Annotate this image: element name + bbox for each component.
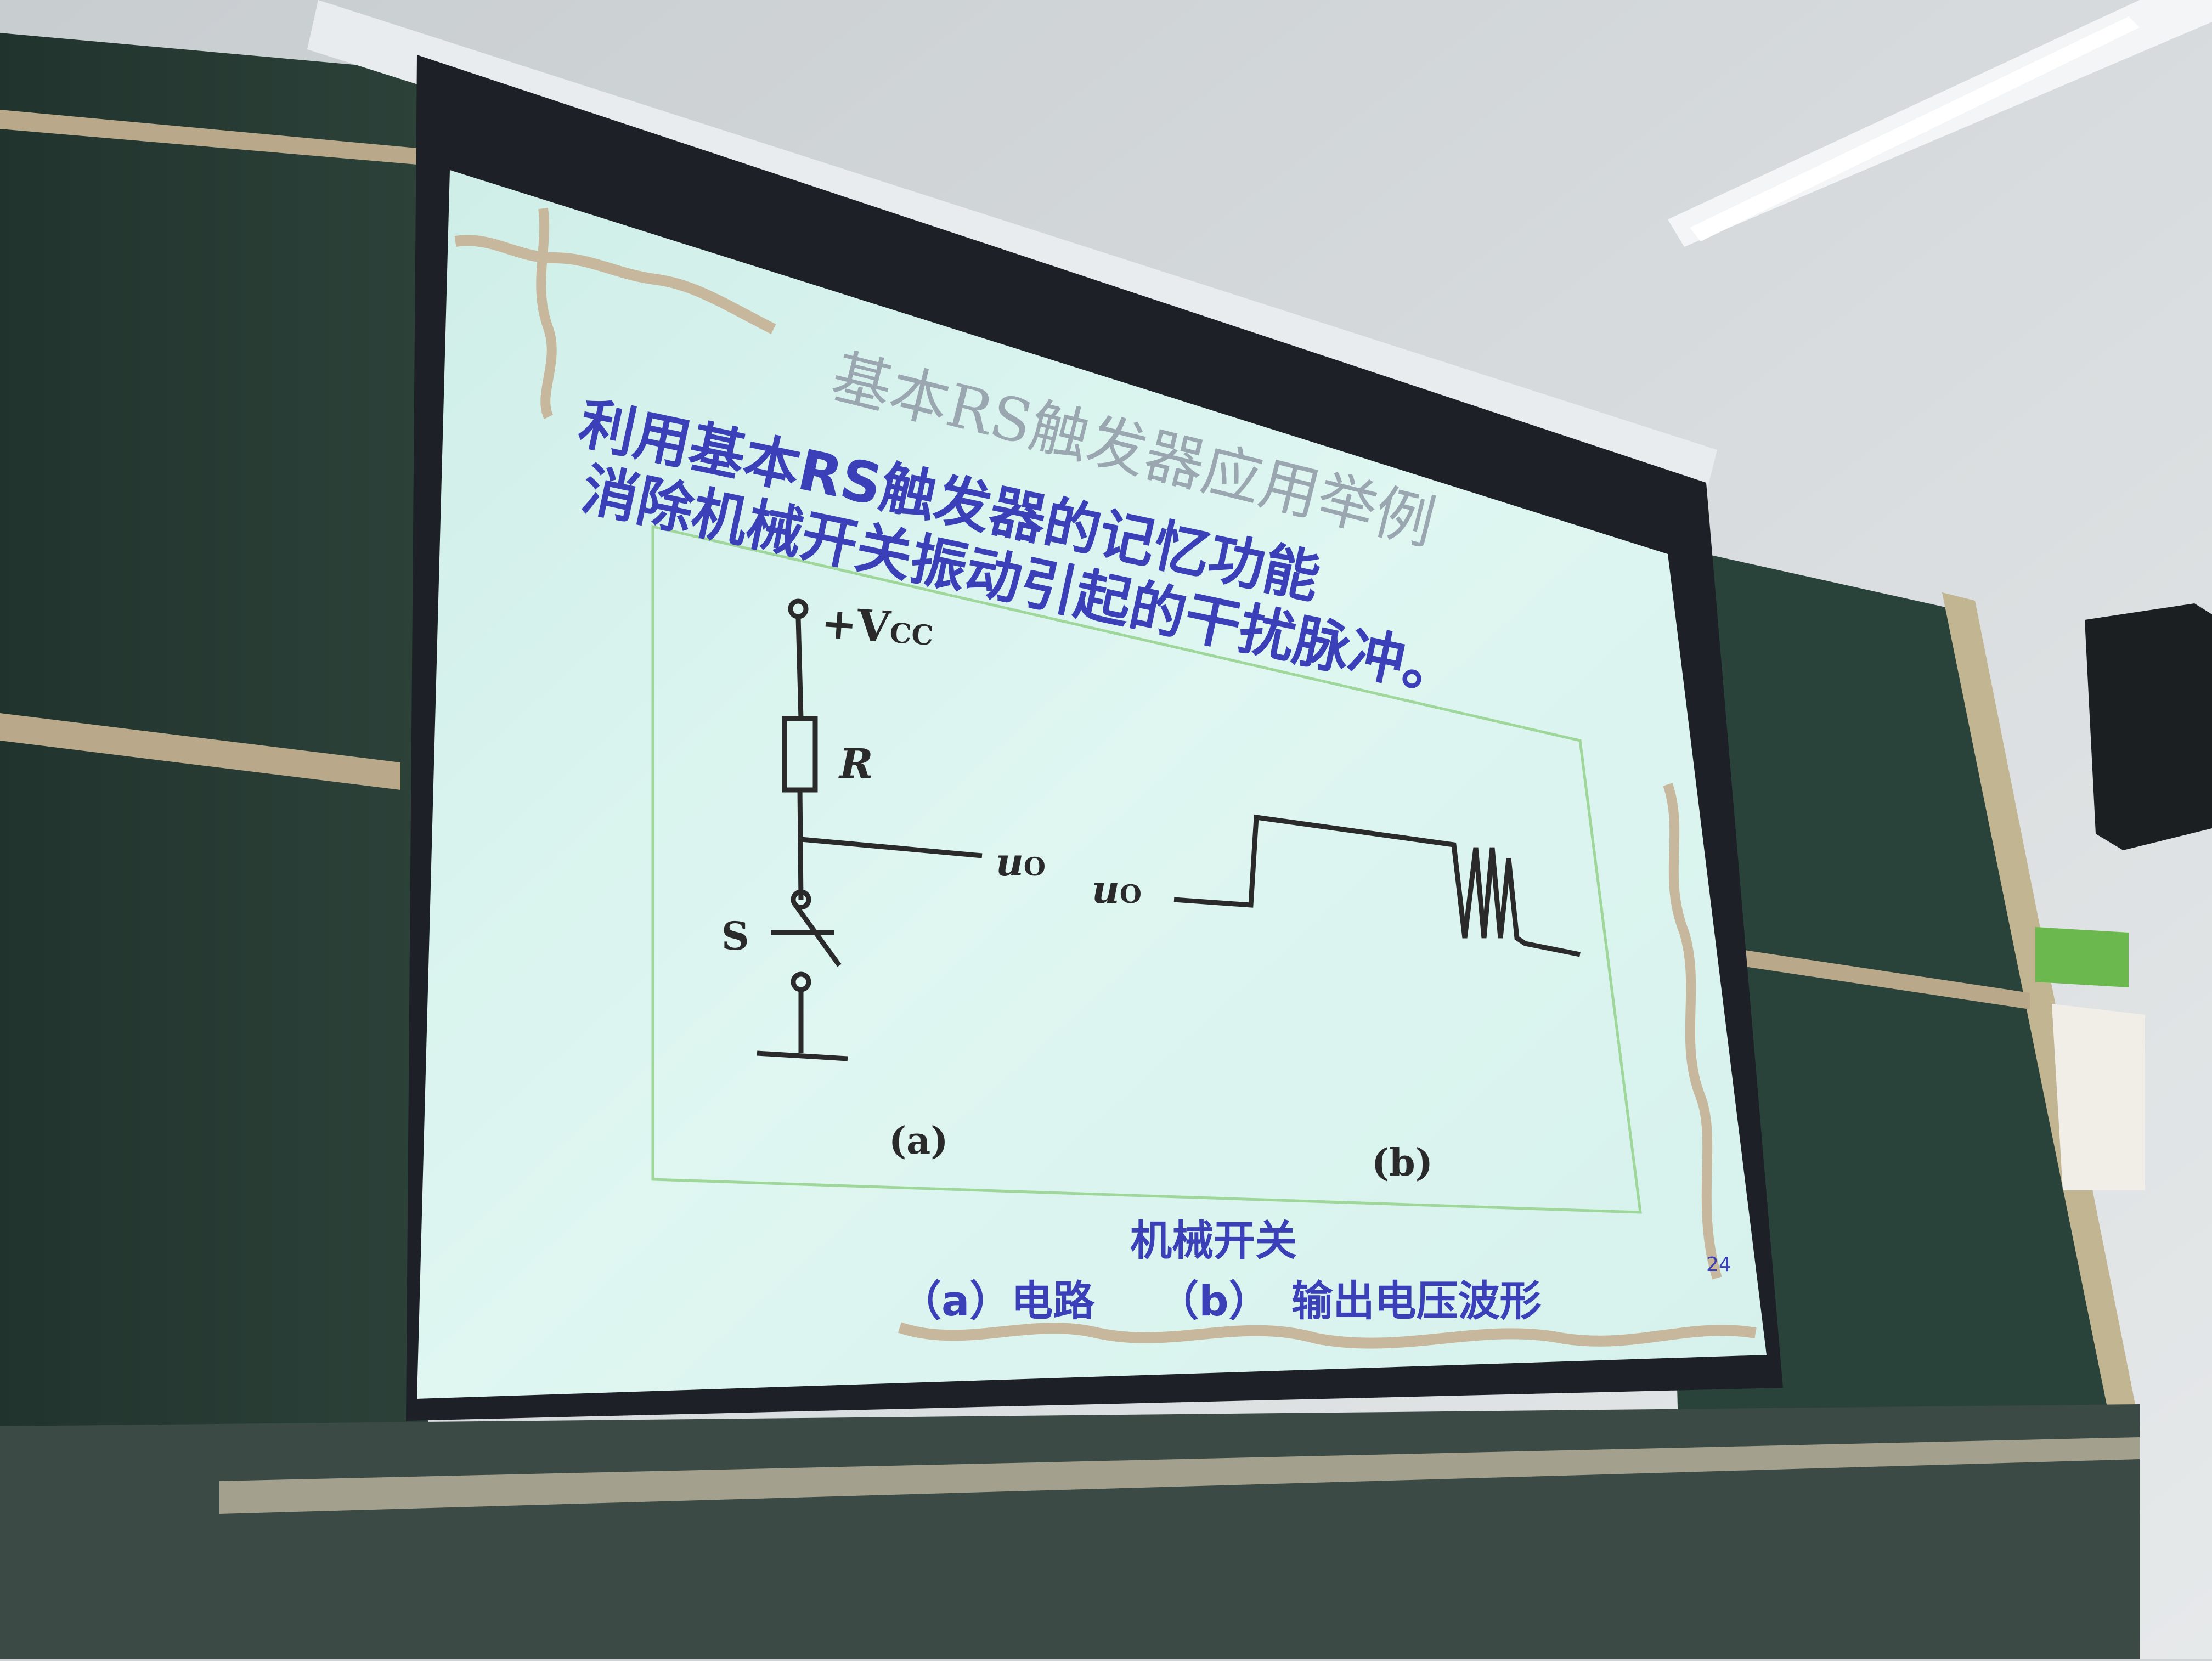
green-sign bbox=[2035, 927, 2129, 987]
uo-label-b-sub: O bbox=[1119, 879, 1142, 909]
speaker bbox=[2085, 603, 2212, 850]
figure-label-a: (a) bbox=[889, 1119, 949, 1163]
resistor-label: R bbox=[839, 741, 873, 788]
page-number: 24 bbox=[1706, 1253, 1731, 1276]
caption-title: 机械开关 bbox=[1130, 1216, 1297, 1265]
vcc-label-sub: CC bbox=[888, 616, 935, 652]
classroom-scene bbox=[0, 0, 2212, 1659]
uo-label-a: uO bbox=[996, 839, 1046, 885]
vcc-label-text: +V bbox=[819, 598, 892, 653]
board-bottom bbox=[0, 1404, 2140, 1659]
uo-label-b-text: u bbox=[1092, 867, 1120, 912]
notice-paper bbox=[2052, 1004, 2145, 1190]
vcc-label: +VCC bbox=[820, 598, 935, 656]
uo-label-b: uO bbox=[1092, 867, 1142, 912]
caption-sub: （a）电路 （b） 输出电压波形 bbox=[900, 1276, 1542, 1325]
switch-label: S bbox=[721, 913, 749, 959]
figure-label-b: (b) bbox=[1372, 1141, 1433, 1185]
classroom-photo: 基本RS触发器应用举例 利用基本RS触发器的记忆功能 消除机械开关振动引起的干扰… bbox=[0, 0, 2212, 1659]
uo-label-a-text: u bbox=[996, 839, 1024, 885]
uo-label-a-sub: O bbox=[1023, 852, 1046, 882]
